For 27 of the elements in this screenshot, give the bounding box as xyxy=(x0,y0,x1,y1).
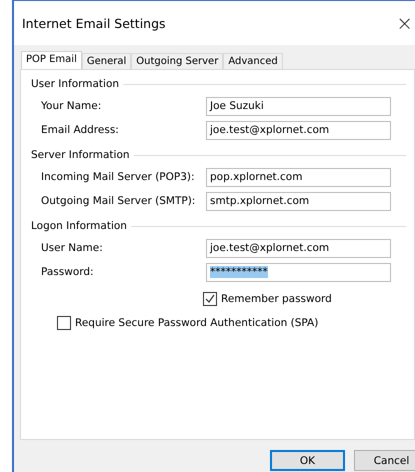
field-label: Incoming Mail Server (POP3): xyxy=(41,171,196,183)
close-button[interactable]: × xyxy=(396,11,415,35)
field-label: Your Name: xyxy=(41,100,102,112)
group-heading: Logon Information xyxy=(31,220,127,232)
input-field[interactable]: Joe Suzuki xyxy=(206,96,391,116)
group-heading: User Information xyxy=(31,78,120,90)
checkbox-label: Remember password xyxy=(221,293,332,305)
field-label: User Name: xyxy=(41,242,104,254)
dialog-button[interactable]: Cancel xyxy=(354,450,415,471)
tab[interactable]: Outgoing Server xyxy=(131,53,224,69)
tab[interactable]: POP Email xyxy=(21,51,82,69)
field-label: Email Address: xyxy=(41,124,120,136)
input-field[interactable]: smtp.xplornet.com xyxy=(206,192,391,210)
input-field[interactable]: pop.xplornet.com xyxy=(206,168,391,186)
field-label: Password: xyxy=(41,266,95,278)
input-field[interactable]: joe.test@xplornet.com xyxy=(206,120,391,140)
field-label: Outgoing Mail Server (SMTP): xyxy=(41,195,196,207)
checkbox-label: Require Secure Password Authentication (SPA) xyxy=(75,317,318,329)
checkbox[interactable] xyxy=(203,292,217,306)
input-field[interactable]: joe.test@xplornet.com xyxy=(206,238,391,258)
dialog-button[interactable]: OK xyxy=(270,450,345,471)
window-title: Internet Email Settings xyxy=(22,16,166,30)
group-heading: Server Information xyxy=(31,149,130,161)
checkbox[interactable] xyxy=(57,316,71,330)
tab[interactable]: General xyxy=(82,53,132,69)
tab[interactable]: Advanced xyxy=(223,53,283,69)
input-field[interactable]: *********** xyxy=(206,262,391,282)
